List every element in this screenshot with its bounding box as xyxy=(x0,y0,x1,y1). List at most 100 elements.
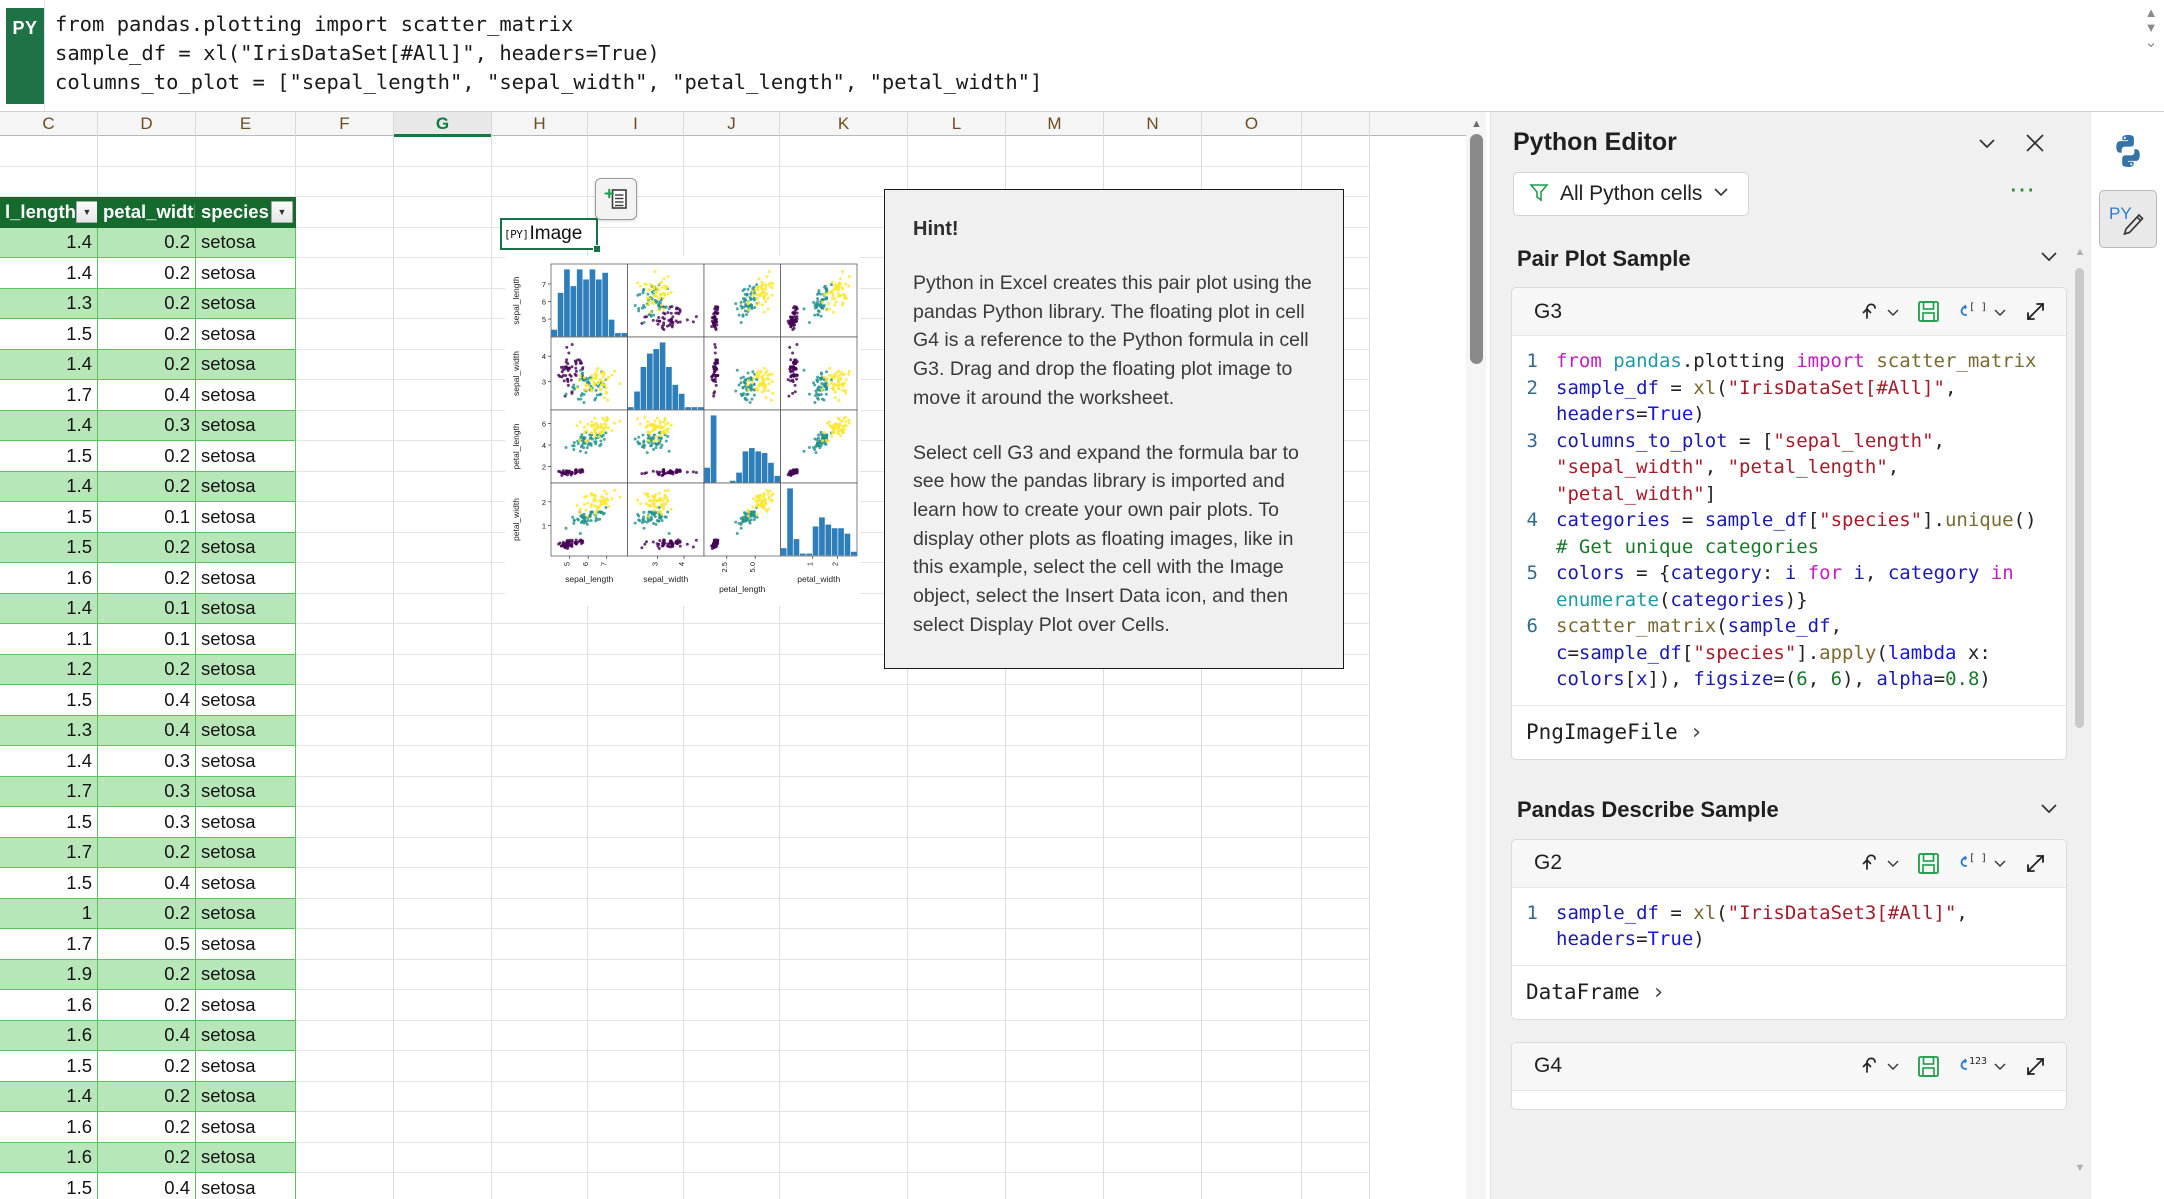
grid-cell[interactable] xyxy=(1302,837,1370,868)
grid-cell[interactable] xyxy=(1104,990,1202,1021)
grid-cell[interactable] xyxy=(588,654,684,685)
table-header-cell[interactable]: species ▼ xyxy=(196,197,296,228)
grid-cell[interactable] xyxy=(684,197,780,228)
grid-cell[interactable] xyxy=(492,776,588,807)
table-cell[interactable]: 0.3 xyxy=(98,807,196,838)
grid-cell[interactable] xyxy=(780,1142,908,1173)
grid-cell[interactable] xyxy=(394,746,492,777)
grid-cell[interactable] xyxy=(588,1051,684,1082)
grid-cell[interactable] xyxy=(1202,807,1302,838)
grid-cell[interactable] xyxy=(1302,1142,1370,1173)
table-row[interactable]: 1.7 0.3 setosa xyxy=(0,776,1470,807)
grid-cell[interactable] xyxy=(588,1112,684,1143)
table-cell[interactable]: 1.3 xyxy=(0,715,98,746)
floating-plot-image[interactable]: 5 6 7 sepal_length 3 4 sepal_width 2 4 6 petal_len… xyxy=(505,256,860,606)
blank-row[interactable] xyxy=(0,136,1470,167)
grid-cell[interactable] xyxy=(394,136,492,167)
grid-cell[interactable] xyxy=(1302,715,1370,746)
table-cell[interactable]: 0.3 xyxy=(98,410,196,441)
grid-cell[interactable] xyxy=(908,1112,1006,1143)
grid-cell[interactable] xyxy=(1006,136,1104,167)
pane-scroll-down-icon[interactable]: ▼ xyxy=(2074,1162,2086,1174)
grid-cell[interactable] xyxy=(684,1142,780,1173)
expand-icon[interactable] xyxy=(2023,299,2048,324)
grid-cell[interactable] xyxy=(296,868,394,899)
table-cell[interactable]: 1.7 xyxy=(0,380,98,411)
grid-cell[interactable] xyxy=(1202,136,1302,167)
grid-cell[interactable] xyxy=(780,1081,908,1112)
pane-scrollbar-thumb[interactable] xyxy=(2075,268,2084,728)
table-cell[interactable]: setosa xyxy=(196,532,296,563)
grid-cell[interactable] xyxy=(196,136,296,167)
table-cell[interactable]: 0.2 xyxy=(98,288,196,319)
grid-cell[interactable] xyxy=(588,227,684,258)
grid-cell[interactable] xyxy=(780,929,908,960)
grid-cell[interactable] xyxy=(394,837,492,868)
table-cell[interactable]: setosa xyxy=(196,349,296,380)
grid-cell[interactable] xyxy=(1104,1173,1202,1199)
grid-cell[interactable] xyxy=(394,776,492,807)
formula-scroll-down-icon[interactable]: ▼ xyxy=(2145,21,2158,34)
grid-cell[interactable] xyxy=(394,929,492,960)
grid-cell[interactable] xyxy=(394,532,492,563)
grid-cell[interactable] xyxy=(908,776,1006,807)
group-header-pandas-describe-sample[interactable]: Pandas Describe Sample xyxy=(1491,782,2091,839)
table-cell[interactable]: 1 xyxy=(0,898,98,929)
grid-cell[interactable] xyxy=(296,1142,394,1173)
table-header-cell[interactable]: l_length ▼ xyxy=(0,197,98,228)
grid-cell[interactable] xyxy=(296,807,394,838)
grid-cell[interactable] xyxy=(296,1173,394,1199)
column-header-blank[interactable] xyxy=(1302,112,1370,136)
grid-cell[interactable] xyxy=(588,715,684,746)
grid-cell[interactable] xyxy=(1104,959,1202,990)
grid-cell[interactable] xyxy=(1302,1081,1370,1112)
table-cell[interactable]: 0.2 xyxy=(98,532,196,563)
grid-cell[interactable] xyxy=(588,746,684,777)
table-cell[interactable]: 0.2 xyxy=(98,1081,196,1112)
grid-cell[interactable] xyxy=(296,410,394,441)
grid-cell[interactable] xyxy=(394,1020,492,1051)
grid-cell[interactable] xyxy=(908,685,1006,716)
pane-scroll-up-icon[interactable]: ▲ xyxy=(2074,246,2086,258)
python-cell-card-g4[interactable]: G4 123 xyxy=(1511,1041,2067,1110)
grid-cell[interactable] xyxy=(492,990,588,1021)
grid-cell[interactable] xyxy=(1006,715,1104,746)
grid-cell[interactable] xyxy=(1202,1112,1302,1143)
table-cell[interactable]: 0.2 xyxy=(98,1051,196,1082)
grid-cell[interactable] xyxy=(780,715,908,746)
grid-cell[interactable] xyxy=(296,502,394,533)
grid-cell[interactable] xyxy=(1302,807,1370,838)
filter-dropdown-icon[interactable]: ▼ xyxy=(75,201,97,224)
table-cell[interactable]: setosa xyxy=(196,380,296,411)
grid-cell[interactable] xyxy=(1202,685,1302,716)
grid-cell[interactable] xyxy=(1104,898,1202,929)
grid-cell[interactable] xyxy=(780,1173,908,1199)
grid-cell[interactable] xyxy=(1104,1051,1202,1082)
table-cell[interactable]: 1.5 xyxy=(0,532,98,563)
grid-cell[interactable] xyxy=(1302,136,1370,167)
grid-cell[interactable] xyxy=(908,898,1006,929)
table-row[interactable]: 1.5 0.2 setosa xyxy=(0,1051,1470,1082)
grid-cell[interactable] xyxy=(780,1051,908,1082)
table-row[interactable]: 1.9 0.2 setosa xyxy=(0,959,1470,990)
grid-cell[interactable] xyxy=(908,1081,1006,1112)
grid-cell[interactable] xyxy=(492,166,588,197)
grid-cell[interactable] xyxy=(296,929,394,960)
formula-expand-icon[interactable]: ⌄ xyxy=(2145,35,2158,50)
undo-icon[interactable] xyxy=(1858,299,1900,325)
grid-cell[interactable] xyxy=(908,1020,1006,1051)
grid-cell[interactable] xyxy=(1202,929,1302,960)
grid-cell[interactable] xyxy=(394,197,492,228)
grid-cell[interactable] xyxy=(684,807,780,838)
grid-cell[interactable] xyxy=(908,929,1006,960)
table-cell[interactable]: 0.4 xyxy=(98,1020,196,1051)
table-cell[interactable]: setosa xyxy=(196,1051,296,1082)
grid-cell[interactable] xyxy=(1006,1173,1104,1199)
table-row[interactable]: 1.3 0.4 setosa xyxy=(0,715,1470,746)
grid-cell[interactable] xyxy=(588,990,684,1021)
column-header-i[interactable]: I xyxy=(588,112,684,136)
grid-cell[interactable] xyxy=(684,227,780,258)
grid-cell[interactable] xyxy=(588,1020,684,1051)
column-header-o[interactable]: O xyxy=(1202,112,1302,136)
grid-cell[interactable] xyxy=(684,746,780,777)
